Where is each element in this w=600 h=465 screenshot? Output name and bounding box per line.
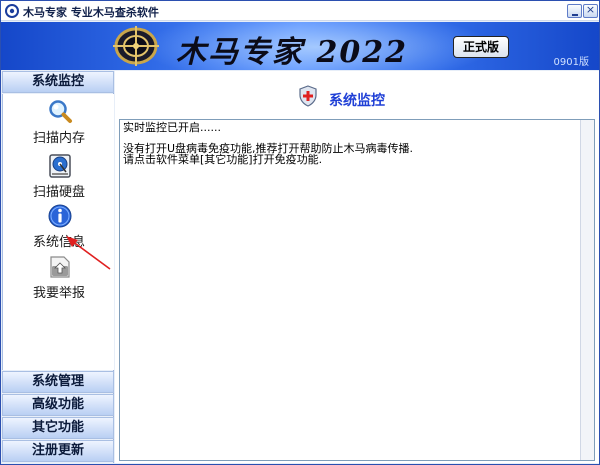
window-title: 木马专家 专业木马查杀软件 [23,6,159,19]
main-panel: 系统监控 实时监控已开启...... 没有打开U盘病毒免疫功能,推荐打开帮助防止… [115,71,599,463]
log-scrollbar[interactable] [580,120,594,460]
section-system-monitor[interactable]: 系统监控 [2,71,114,93]
tool-label: 扫描内存 [32,131,85,146]
minimize-button[interactable] [567,4,582,18]
report-upload-icon [50,256,70,278]
info-icon [48,204,72,228]
hard-disk-icon [49,154,71,178]
section-advanced[interactable]: 高级功能 [2,394,114,416]
section-register-update[interactable]: 注册更新 [2,440,114,462]
tool-label: 我要举报 [32,286,85,301]
main-header: 系统监控 [115,71,599,117]
title-bar[interactable]: 木马专家 专业木马查杀软件 × [1,1,599,21]
app-window: 木马专家 专业木马查杀软件 × 木马专家 2022 正式版 0901版 系统监控 [0,0,600,465]
section-other[interactable]: 其它功能 [2,417,114,439]
close-button[interactable]: × [583,3,598,18]
sidebar-tool-panel: 扫描内存 扫描硬盘 系统信息 我要举报 [2,94,114,370]
minimize-icon [572,14,578,16]
version-label: 0901版 [553,57,589,68]
log-line: 请点击软件菜单[其它功能]打开免疫功能. [123,153,323,166]
tool-system-info[interactable]: 系统信息 [3,203,115,251]
close-icon: × [585,3,596,16]
crosshair-logo-icon [113,26,159,66]
tool-scan-memory[interactable]: 扫描内存 [3,99,115,147]
edition-badge: 正式版 [453,36,509,58]
shield-icon [299,85,317,107]
app-icon [5,4,19,18]
page-title: 系统监控 [329,93,385,109]
tool-label: 扫描硬盘 [32,185,85,200]
tool-report[interactable]: 我要举报 [3,254,115,302]
magnifier-icon [49,100,72,123]
section-system-manage[interactable]: 系统管理 [2,371,114,393]
product-banner: 木马专家 2022 正式版 0901版 [1,22,599,70]
log-line: 实时监控已开启...... [123,121,221,134]
tool-scan-disk[interactable]: 扫描硬盘 [3,153,115,201]
product-name: 木马专家 2022 [176,35,408,70]
tool-label: 系统信息 [32,235,85,250]
sidebar: 系统监控 扫描内存 扫描硬盘 系统信息 我要举报 系统管理 高级功能 其它功能 … [2,71,114,463]
monitor-log-textarea[interactable]: 实时监控已开启...... 没有打开U盘病毒免疫功能,推荐打开帮助防止木马病毒传… [119,119,595,461]
